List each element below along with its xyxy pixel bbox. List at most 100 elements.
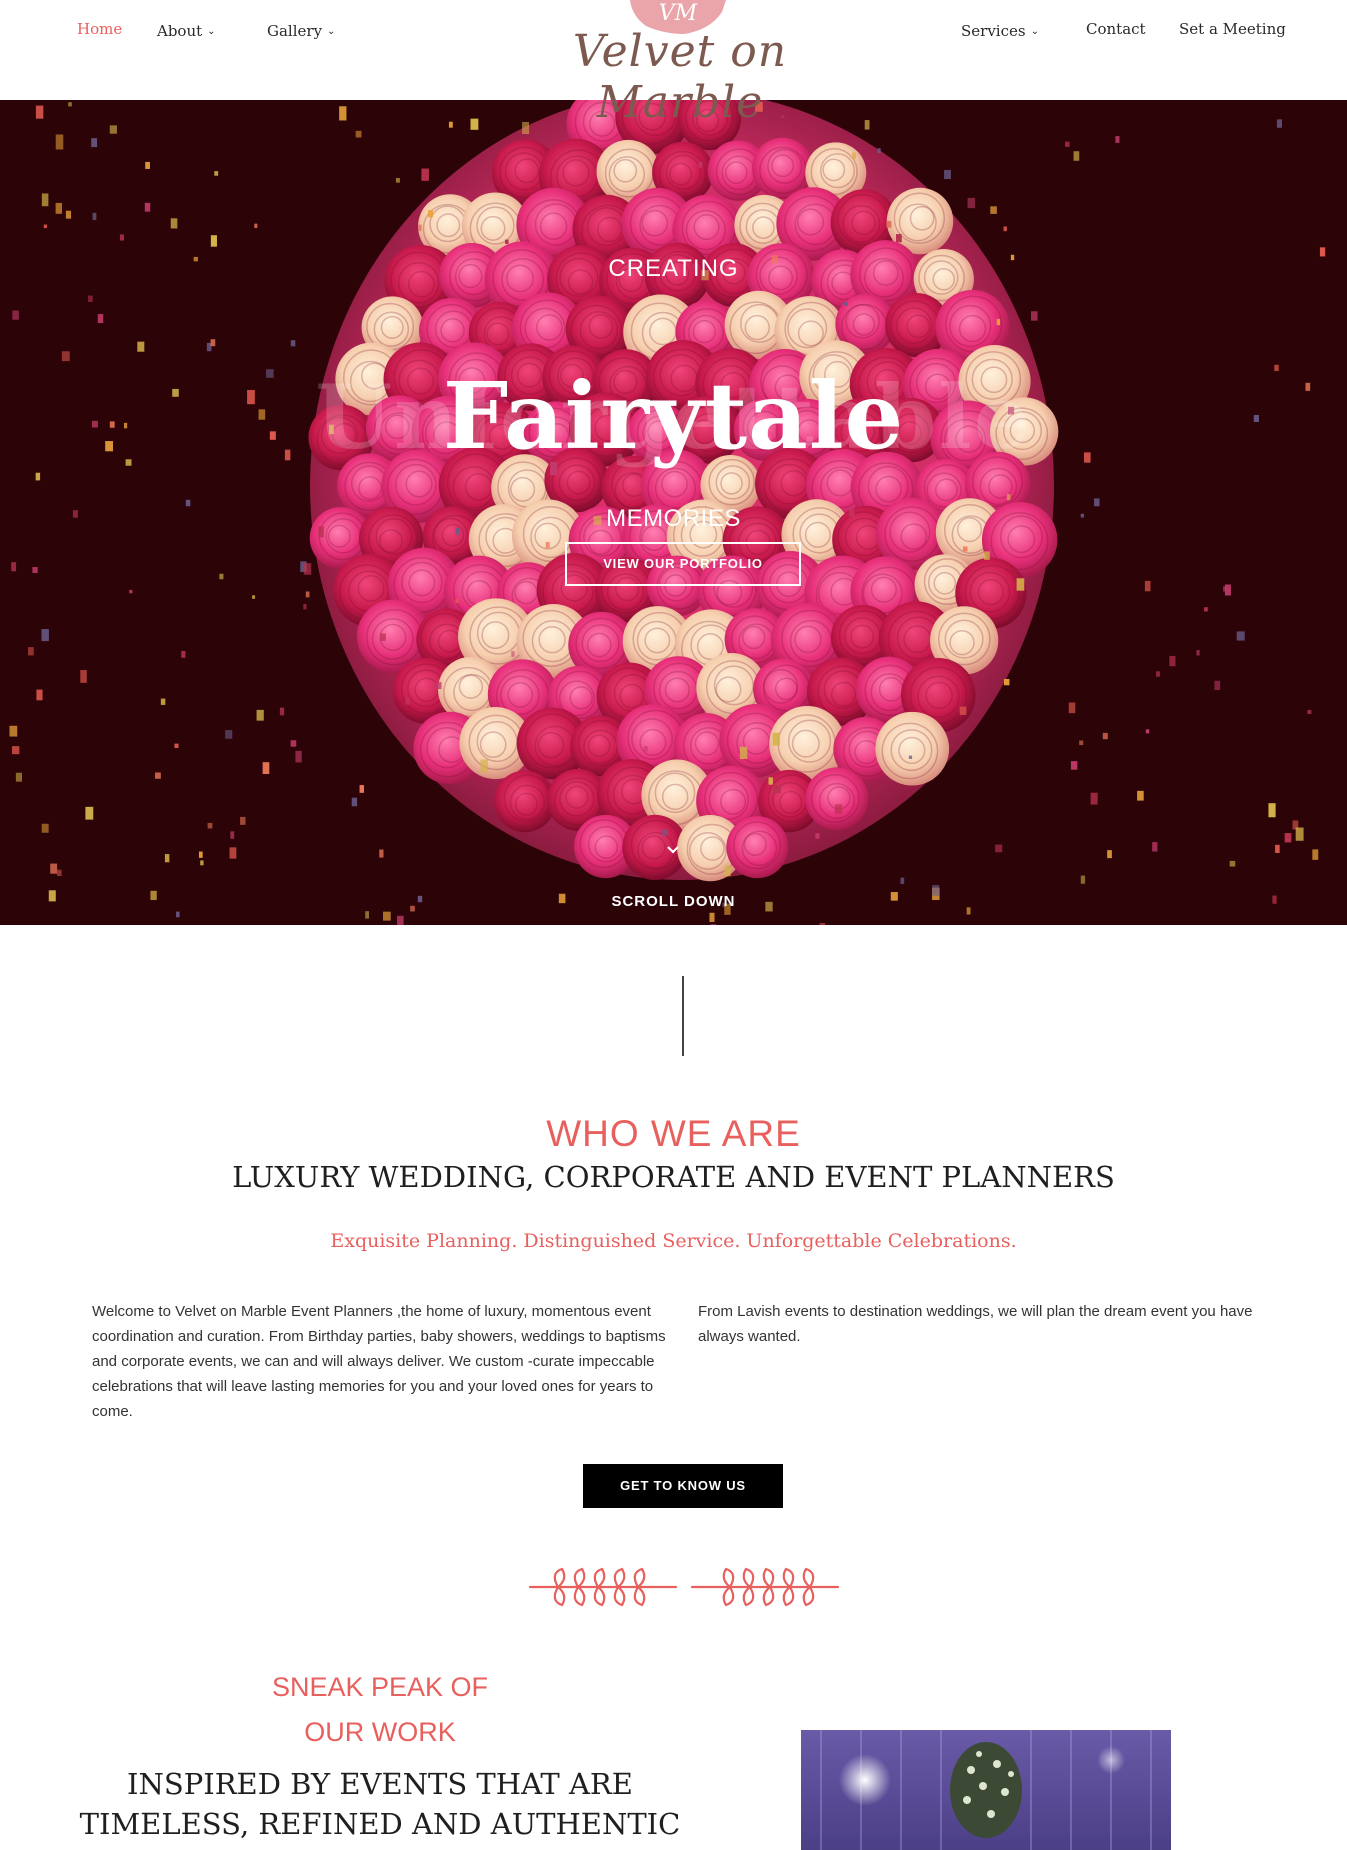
confetti-piece [428,210,433,218]
chevron-down-icon: ⌄ [207,26,216,37]
confetti-piece [967,197,976,209]
confetti-piece [418,224,422,232]
site-logo[interactable]: VM Velvet on Marble [520,0,840,128]
nav-set-meeting[interactable]: Set a Meeting [1179,20,1286,38]
nav-about[interactable]: About ⌄ [157,22,216,40]
confetti-piece [351,797,358,807]
view-portfolio-button[interactable]: VIEW OUR PORTFOLIO [565,542,801,586]
confetti-piece [1144,580,1151,592]
confetti-piece [959,706,967,715]
inspired-heading-line-2: TIMELESS, REFINED AND AUTHENTIC [79,1807,681,1841]
site-header: Home About ⌄ Gallery ⌄ VM Velvet on Marble… [0,0,1347,128]
confetti-piece [511,651,515,657]
about-text-right: From Lavish events to destination weddin… [698,1303,1253,1345]
confetti-piece [380,633,386,641]
confetti-piece [1068,702,1076,714]
confetti-piece [57,869,62,877]
confetti-piece [230,831,235,839]
confetti-piece [32,567,38,573]
confetti-piece [1276,119,1282,128]
nav-home[interactable]: Home [77,20,122,38]
confetti-piece [984,551,990,560]
confetti-piece [50,863,58,874]
confetti-piece [448,121,453,128]
confetti-piece [990,206,997,214]
confetti-piece [365,911,370,919]
confetti-piece [1090,792,1098,805]
confetti-piece [1070,761,1078,770]
confetti-piece [119,234,124,241]
confetti-piece [88,295,93,302]
confetti-piece [164,854,170,863]
confetti-piece [176,911,180,918]
nav-gallery-label: Gallery [267,22,323,40]
confetti-piece [962,546,968,552]
confetti-piece [480,759,489,773]
confetti-piece [11,746,20,755]
confetti-piece [1229,860,1236,867]
confetti-piece [91,138,98,148]
confetti-piece [1006,493,1011,501]
tagline: Exquisite Planning. Distinguished Servic… [330,1230,1017,1252]
confetti-piece [1275,844,1280,853]
confetti-piece [1284,833,1292,843]
confetti-piece [303,603,307,610]
confetti-piece [877,148,881,154]
confetti-piece [455,598,459,604]
confetti-piece [710,924,716,925]
confetti-piece [819,922,826,925]
confetti-piece [359,785,365,793]
confetti-piece [65,210,72,219]
confetti-piece [1073,151,1080,161]
confetti-piece [129,589,133,594]
confetti-piece [1080,875,1086,884]
confetti-piece [1003,678,1010,686]
confetti-piece [996,319,1001,326]
confetti-piece [290,740,297,747]
confetti-piece [1145,729,1150,734]
confetti-piece [240,816,246,825]
confetti-piece [643,746,648,752]
sneak-peek-line-1: SNEAK PEAK OF [271,1672,489,1702]
confetti-piece [155,772,161,779]
confetti-piece [900,877,905,884]
hero-creating-text: CREATING [608,255,739,282]
confetti-piece [219,573,224,580]
confetti-piece [1065,141,1070,147]
confetti-piece [739,746,748,760]
confetti-piece [395,177,400,183]
hero-memories-text: MEMORIES [606,505,741,532]
nav-gallery[interactable]: Gallery ⌄ [267,22,335,40]
logo-name: Velvet on Marble [572,26,788,128]
confetti-piece [768,777,773,785]
confetti-piece [1223,586,1227,592]
confetti-piece [9,725,18,737]
confetti-piece [80,670,87,683]
confetti-piece [174,743,179,748]
confetti-piece [36,689,43,701]
confetti-piece [225,730,233,739]
confetti-piece [210,339,216,347]
confetti-piece [864,120,870,130]
nav-contact[interactable]: Contact [1086,20,1146,38]
confetti-piece [1295,827,1304,841]
confetti-piece [55,134,64,150]
confetti-piece [290,340,296,347]
get-to-know-us-button[interactable]: GET TO KNOW US [583,1464,783,1508]
confetti-piece [908,755,913,759]
confetti-piece [1236,631,1245,641]
chevron-down-icon[interactable] [666,845,680,855]
scroll-down-link[interactable]: SCROLL DOWN [0,893,1347,910]
nav-services[interactable]: Services ⌄ [961,22,1039,40]
confetti-piece [41,193,49,207]
confetti-piece [1003,226,1007,232]
nav-home-label: Home [77,20,123,38]
event-photo[interactable] [801,1730,1171,1850]
section-divider-line [682,976,684,1056]
confetti-piece [1107,850,1112,859]
confetti-piece [55,202,63,214]
hero-title: Fairytale [442,362,905,470]
confetti-piece [434,682,442,690]
confetti-piece [43,224,47,229]
confetti-piece [198,851,203,858]
